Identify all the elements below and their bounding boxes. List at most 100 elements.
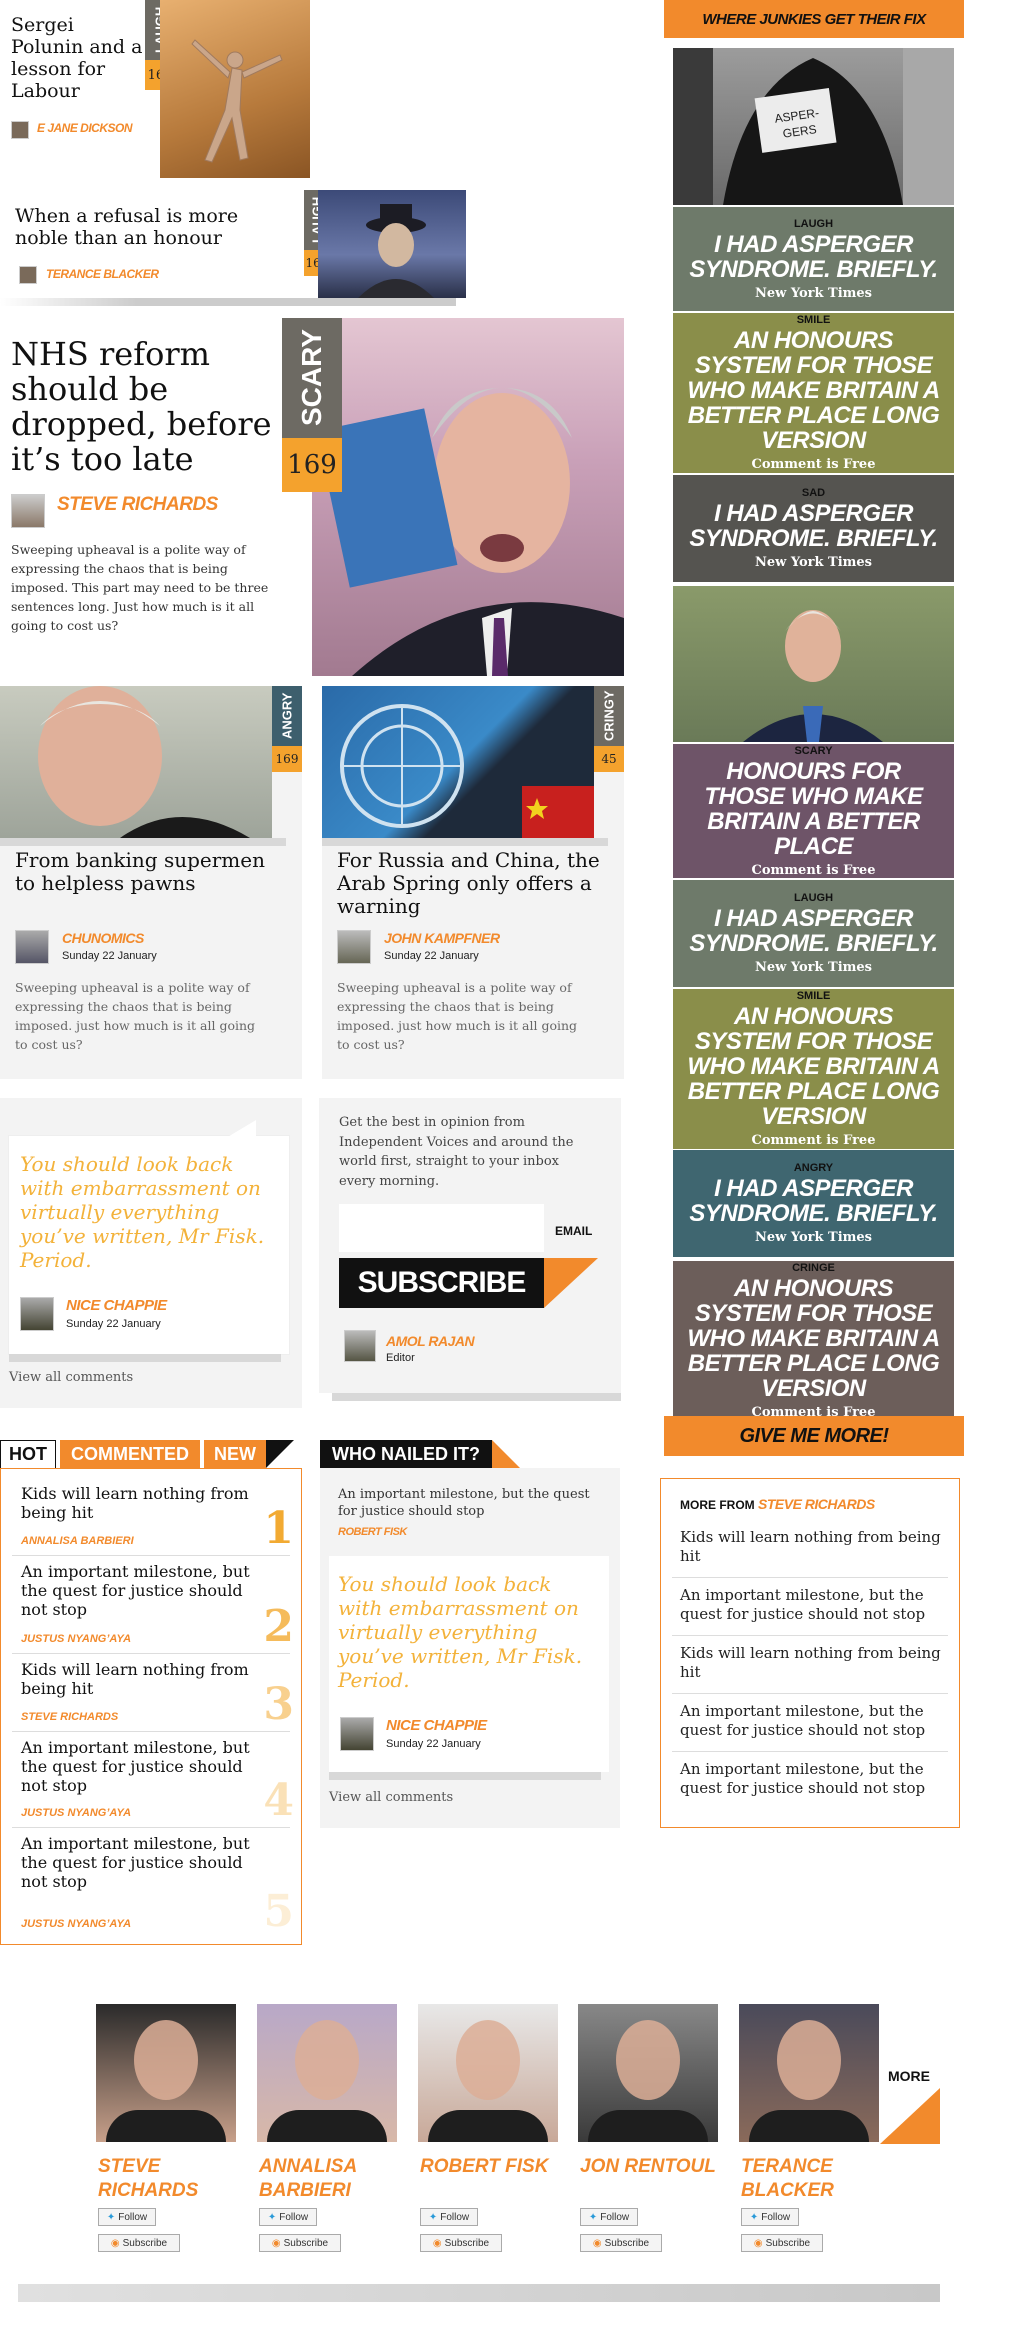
author-name[interactable]: E JANE DICKSON: [37, 121, 133, 135]
hot-list-item[interactable]: Kids will learn nothing from being hit ST…: [12, 1654, 294, 1732]
tab-hot[interactable]: HOT: [0, 1440, 56, 1468]
hot-list-item[interactable]: Kids will learn nothing from being hit AN…: [12, 1478, 294, 1556]
author-name[interactable]: TERANCE BLACKER: [46, 267, 159, 281]
more-from-item-title[interactable]: An important milestone, but the quest fo…: [680, 1702, 942, 1740]
rss-subscribe-button[interactable]: ◉ Subscribe: [741, 2234, 823, 2252]
sidebar-story[interactable]: LAUGH I HAD ASPERGER SYNDROME. BRIEFLY. Ne…: [673, 207, 954, 311]
hot-item-author[interactable]: ANNALISA BARBIERI: [21, 1535, 134, 1547]
more-columnists-label[interactable]: MORE: [888, 2068, 930, 2084]
more-from-item[interactable]: An important milestone, but the quest fo…: [672, 1578, 948, 1636]
columnist-body: [749, 2110, 869, 2142]
editor-name[interactable]: AMOL RAJAN: [386, 1333, 475, 1349]
give-me-more-button[interactable]: GIVE ME MORE!: [664, 1416, 964, 1456]
sidebar-story-headline[interactable]: I HAD ASPERGER SYNDROME. BRIEFLY.: [673, 1176, 954, 1226]
author-name[interactable]: STEVE RICHARDS: [57, 494, 218, 516]
lead-title[interactable]: NHS reform should be dropped, before it’…: [11, 337, 281, 477]
more-from-item[interactable]: Kids will learn nothing from being hit: [672, 1520, 948, 1578]
sidebar-story-headline[interactable]: I HAD ASPERGER SYNDROME. BRIEFLY.: [673, 232, 954, 282]
more-from-item-title[interactable]: An important milestone, but the quest fo…: [680, 1760, 942, 1798]
more-from-item-title[interactable]: Kids will learn nothing from being hit: [680, 1644, 942, 1682]
columnist-name-line1[interactable]: STEVE: [98, 2156, 160, 2178]
nailed-article[interactable]: An important milestone, but the quest fo…: [338, 1486, 598, 1520]
sidebar-story-headline[interactable]: AN HONOURS SYSTEM FOR THOSE WHO MAKE BRI…: [673, 1276, 954, 1401]
twitter-follow-button[interactable]: ✦ Follow: [580, 2208, 638, 2226]
columnist-name-line1[interactable]: ROBERT FISK: [420, 2156, 548, 2178]
emotion-tag[interactable]: SCARY: [282, 318, 342, 438]
author-name[interactable]: JOHN KAMPFNER: [384, 930, 500, 946]
tab-commented[interactable]: COMMENTED: [60, 1440, 200, 1468]
more-arrow[interactable]: [880, 2088, 940, 2144]
hot-item-author[interactable]: JUSTUS NYANG’AYA: [21, 1918, 131, 1930]
more-from-item-title[interactable]: Kids will learn nothing from being hit: [680, 1528, 942, 1566]
sidebar-story[interactable]: ANGRY I HAD ASPERGER SYNDROME. BRIEFLY. Ne…: [673, 1150, 954, 1257]
rss-subscribe-button[interactable]: ◉ Subscribe: [420, 2234, 502, 2252]
rss-subscribe-button[interactable]: ◉ Subscribe: [98, 2234, 180, 2252]
sidebar-story-headline[interactable]: I HAD ASPERGER SYNDROME. BRIEFLY.: [673, 906, 954, 956]
article-title[interactable]: When a refusal is more noble than an hon…: [15, 205, 285, 249]
sidebar-story-headline[interactable]: AN HONOURS SYSTEM FOR THOSE WHO MAKE BRI…: [673, 1004, 954, 1129]
hot-item-title[interactable]: Kids will learn nothing from being hit: [21, 1484, 271, 1522]
hot-item-title[interactable]: An important milestone, but the quest fo…: [21, 1562, 271, 1619]
hot-item-author[interactable]: JUSTUS NYANG’AYA: [21, 1633, 131, 1645]
hot-item-title[interactable]: An important milestone, but the quest fo…: [21, 1738, 271, 1795]
sidebar-story-headline[interactable]: HONOURS FOR THOSE WHO MAKE BRITAIN A BET…: [673, 759, 954, 859]
author-photo[interactable]: [318, 190, 466, 298]
sidebar-story[interactable]: CRINGE AN HONOURS SYSTEM FOR THOSE WHO MA…: [673, 1261, 954, 1421]
hot-item-author[interactable]: JUSTUS NYANG’AYA: [21, 1807, 131, 1819]
sidebar-story[interactable]: SCARY HONOURS FOR THOSE WHO MAKE BRITAIN …: [673, 744, 954, 878]
hot-list-item[interactable]: An important milestone, but the quest fo…: [12, 1556, 294, 1654]
sidebar-story-headline[interactable]: AN HONOURS SYSTEM FOR THOSE WHO MAKE BRI…: [673, 328, 954, 453]
hot-item-author[interactable]: STEVE RICHARDS: [21, 1711, 118, 1723]
rss-subscribe-button[interactable]: ◉ Subscribe: [259, 2234, 341, 2252]
tab-new[interactable]: NEW: [204, 1440, 266, 1468]
commenter-name[interactable]: NICE CHAPPIE: [66, 1297, 167, 1314]
article-title[interactable]: Sergei Polunin and a lesson for Labour: [11, 14, 146, 102]
follow-label: Follow: [440, 2211, 470, 2223]
columnist-name-line1[interactable]: TERANCE: [741, 2156, 833, 2178]
emotion-tag[interactable]: ANGRY: [272, 686, 302, 746]
dancer-photo[interactable]: [160, 0, 310, 178]
card-photo[interactable]: [322, 686, 594, 838]
nailed-article-author[interactable]: ROBERT FISK: [338, 1526, 407, 1538]
commenter-name[interactable]: NICE CHAPPIE: [386, 1717, 487, 1734]
nailed-arrow: [492, 1440, 520, 1468]
rss-subscribe-button[interactable]: ◉ Subscribe: [580, 2234, 662, 2252]
sidebar-story[interactable]: SMILE AN HONOURS SYSTEM FOR THOSE WHO MAK…: [673, 313, 954, 473]
card-title[interactable]: From banking supermen to helpless pawns: [15, 849, 285, 895]
card-photo[interactable]: [0, 686, 272, 838]
columnist-name-line2[interactable]: BLACKER: [741, 2180, 834, 2202]
card-shadow: [322, 838, 608, 846]
lead-photo[interactable]: [312, 318, 624, 676]
view-all-comments-link[interactable]: View all comments: [9, 1370, 133, 1385]
emotion-tag[interactable]: CRINGY: [594, 686, 624, 746]
twitter-follow-button[interactable]: ✦ Follow: [420, 2208, 478, 2226]
sidebar-story-headline[interactable]: I HAD ASPERGER SYNDROME. BRIEFLY.: [673, 501, 954, 551]
twitter-follow-button[interactable]: ✦ Follow: [259, 2208, 317, 2226]
subscribe-button[interactable]: SUBSCRIBE: [339, 1258, 544, 1308]
sidebar-portrait[interactable]: [673, 586, 954, 742]
hot-list-item[interactable]: An important milestone, but the quest fo…: [12, 1732, 294, 1828]
columnist-name-line1[interactable]: JON RENTOUL: [580, 2156, 716, 2178]
columnist-name-line2[interactable]: RICHARDS: [98, 2180, 198, 2202]
hot-list-item[interactable]: An important milestone, but the quest fo…: [12, 1828, 294, 1938]
sidebar-story[interactable]: LAUGH I HAD ASPERGER SYNDROME. BRIEFLY. Ne…: [673, 880, 954, 987]
columnist-name-line1[interactable]: ANNALISA: [259, 2156, 357, 2178]
columnist-face: [295, 2020, 359, 2100]
more-from-item-title[interactable]: An important milestone, but the quest fo…: [680, 1586, 942, 1624]
view-all-comments-link[interactable]: View all comments: [329, 1790, 453, 1805]
twitter-follow-button[interactable]: ✦ Follow: [741, 2208, 799, 2226]
author-name[interactable]: CHUNOMICS: [62, 930, 144, 946]
sidebar-story[interactable]: SAD I HAD ASPERGER SYNDROME. BRIEFLY. New …: [673, 475, 954, 582]
more-from-item[interactable]: Kids will learn nothing from being hit: [672, 1636, 948, 1694]
columnist-name-line2[interactable]: BARBIERI: [259, 2180, 351, 2202]
sidebar-story[interactable]: SMILE AN HONOURS SYSTEM FOR THOSE WHO MAK…: [673, 989, 954, 1149]
more-from-item[interactable]: An important milestone, but the quest fo…: [672, 1752, 948, 1810]
card-title[interactable]: For Russia and China, the Arab Spring on…: [337, 849, 612, 918]
more-from-author[interactable]: STEVE RICHARDS: [758, 1496, 875, 1512]
twitter-follow-button[interactable]: ✦ Follow: [98, 2208, 156, 2226]
more-from-item[interactable]: An important milestone, but the quest fo…: [672, 1694, 948, 1752]
email-input[interactable]: [339, 1204, 544, 1252]
hot-item-title[interactable]: An important milestone, but the quest fo…: [21, 1834, 271, 1891]
sidebar-photo[interactable]: ASPER- GERS: [673, 48, 954, 205]
hot-item-title[interactable]: Kids will learn nothing from being hit: [21, 1660, 271, 1698]
